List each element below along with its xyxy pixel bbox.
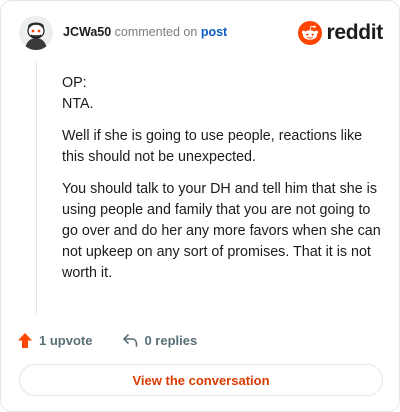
comment-line: You should talk to your DH and tell him … xyxy=(62,181,377,197)
reply-arrow-icon xyxy=(123,334,138,347)
comment-line: go over and do her any more favors when … xyxy=(62,223,381,239)
comment-paragraph: OP: NTA. xyxy=(62,73,382,115)
reddit-logo[interactable]: reddit xyxy=(298,20,383,46)
comment-line: worth it. xyxy=(62,265,113,281)
comment-line: using people and family that you are not… xyxy=(62,202,371,218)
comment-paragraph: You should talk to your DH and tell him … xyxy=(62,179,382,284)
username-link[interactable]: JCWa50 xyxy=(63,25,111,39)
reply-button[interactable]: 0 replies xyxy=(122,332,197,348)
upvote-button[interactable]: 1 upvote xyxy=(17,332,92,349)
comment-embed-card: JCWa50 commented on post reddit OP: NTA. xyxy=(0,0,400,412)
upvote-arrow-icon xyxy=(18,332,32,348)
reply-count: 0 replies xyxy=(144,332,198,348)
comment-line: not upkeep on any sort of promises. That… xyxy=(62,244,371,260)
action-text: commented on xyxy=(114,25,198,39)
view-conversation-button[interactable]: View the conversation xyxy=(19,364,383,396)
user-avatar-icon[interactable] xyxy=(19,16,53,50)
comment-line: OP: xyxy=(62,75,87,91)
comment-paragraph: Well if she is going to use people, reac… xyxy=(62,126,382,168)
upvote-count: 1 upvote xyxy=(39,332,93,348)
post-link[interactable]: post xyxy=(201,25,227,39)
brand-wordmark: reddit xyxy=(326,21,383,44)
comment-line: NTA. xyxy=(62,96,94,112)
comment-line: this should not be unexpected. xyxy=(62,149,256,165)
byline: JCWa50 commented on post xyxy=(63,25,227,39)
comment-line: Well if she is going to use people, reac… xyxy=(62,128,363,144)
thread-line xyxy=(36,61,37,314)
reddit-logo-icon xyxy=(298,21,323,45)
comment-footer: 1 upvote 0 replies xyxy=(17,329,197,351)
comment-body: OP: NTA. Well if she is going to use peo… xyxy=(62,73,382,295)
comment-header: JCWa50 commented on post reddit xyxy=(17,13,383,53)
